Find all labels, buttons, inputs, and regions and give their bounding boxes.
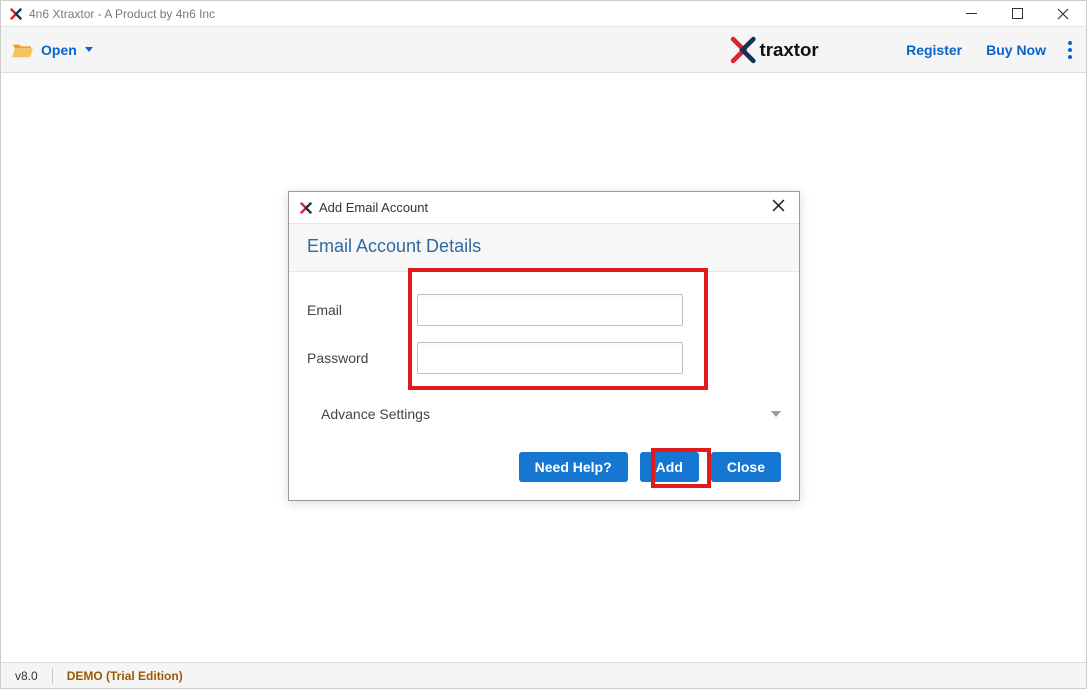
statusbar: v8.0 DEMO (Trial Edition) <box>1 662 1086 688</box>
chevron-down-icon <box>771 411 781 417</box>
buy-now-link[interactable]: Buy Now <box>986 42 1046 58</box>
close-button[interactable]: Close <box>711 452 781 482</box>
dialog-title: Add Email Account <box>319 200 428 215</box>
open-button[interactable]: Open <box>11 41 93 59</box>
app-logo-icon <box>299 201 313 215</box>
email-label: Email <box>307 302 417 318</box>
app-logo-icon <box>9 7 23 21</box>
dialog-close-button[interactable] <box>768 199 789 217</box>
add-button[interactable]: Add <box>640 452 699 482</box>
maximize-button[interactable] <box>994 1 1040 26</box>
advance-settings-label: Advance Settings <box>321 406 430 422</box>
edition-label: DEMO (Trial Edition) <box>67 669 183 683</box>
folder-open-icon <box>11 41 33 59</box>
window-title: 4n6 Xtraxtor - A Product by 4n6 Inc <box>29 7 215 21</box>
dialog-section-title: Email Account Details <box>307 236 781 257</box>
dialog-footer: Need Help? Add Close <box>289 436 799 500</box>
window-controls <box>948 1 1086 26</box>
window-close-button[interactable] <box>1040 1 1086 26</box>
caret-down-icon <box>85 47 93 52</box>
dialog-body: Email Password <box>289 272 799 392</box>
dialog-subheader: Email Account Details <box>289 224 799 272</box>
toolbar: Open traxtor Register Buy Now <box>1 27 1086 73</box>
open-button-label: Open <box>41 42 77 58</box>
dialog-header: Add Email Account <box>289 192 799 224</box>
email-input[interactable] <box>417 294 683 326</box>
password-label: Password <box>307 350 417 366</box>
need-help-button[interactable]: Need Help? <box>519 452 628 482</box>
titlebar: 4n6 Xtraxtor - A Product by 4n6 Inc <box>1 1 1086 27</box>
password-input[interactable] <box>417 342 683 374</box>
register-link[interactable]: Register <box>906 42 962 58</box>
add-email-account-dialog: Add Email Account Email Account Details … <box>288 191 800 501</box>
statusbar-divider <box>52 668 53 684</box>
advance-settings-toggle[interactable]: Advance Settings <box>289 392 799 436</box>
brand-logo: traxtor <box>730 36 870 64</box>
minimize-button[interactable] <box>948 1 994 26</box>
kebab-menu-icon[interactable] <box>1068 41 1072 59</box>
brand-text: traxtor <box>760 39 819 60</box>
version-label: v8.0 <box>15 669 38 683</box>
